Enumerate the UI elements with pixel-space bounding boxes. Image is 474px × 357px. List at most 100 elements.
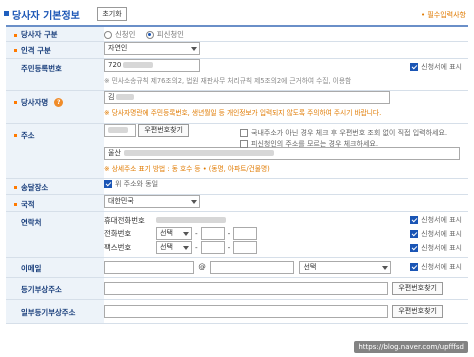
name-note: ※ 당사자명란에 주민등록번호, 생년월일 등 개인정보가 입력되지 않도록 주… <box>104 108 382 117</box>
label-cell: 당사자 구분 <box>6 26 104 42</box>
required-note: • 필수입력사항 <box>421 11 466 19</box>
registry-address-input[interactable] <box>104 281 388 295</box>
value-cell: 자연인 <box>104 41 468 59</box>
person-type-select[interactable]: 자연인 <box>104 41 200 55</box>
checkbox-box[interactable] <box>104 179 112 188</box>
email-id-input[interactable] <box>104 260 194 274</box>
email-display-checkbox[interactable]: 신청서에 표시 <box>410 262 462 272</box>
address-label: 주소 <box>21 130 35 140</box>
postcode-input[interactable] <box>104 123 136 137</box>
blog-watermark: https://blog.naver.com/upfffsd <box>354 341 468 353</box>
fax-display-checkbox[interactable]: 신청서에 표시 <box>410 243 462 253</box>
foreign-address-checkbox[interactable]: 국내주소가 아닌 경우 체크 후 우편번호 조회 없이 직접 입력하세요. <box>240 128 447 138</box>
label-cell: 주민등록번호 <box>6 58 104 91</box>
partial-registry-address-input[interactable] <box>104 304 388 318</box>
phone-area-select[interactable]: 선택 <box>156 227 192 240</box>
dash: - <box>227 229 231 238</box>
chevron-down-icon <box>183 232 189 236</box>
name-label: 당사자명 <box>21 97 49 107</box>
id-number-input[interactable]: 720 <box>104 58 200 72</box>
value-cell: 위 주소와 동일 <box>104 178 468 195</box>
chevron-down-icon <box>191 46 197 51</box>
row-contact: 연락처 휴대전화번호 전화번호 선택 - - 팩스번호 선택 - - 신청서에 … <box>6 211 468 258</box>
same-address-label: 위 주소와 동일 <box>115 179 159 188</box>
help-icon[interactable]: ? <box>54 98 64 107</box>
label-cell: 송달장소 <box>6 178 104 195</box>
value-cell: 김 ※ 당사자명란에 주민등록번호, 생년월일 등 개인정보가 입력되지 않도록… <box>104 90 468 124</box>
header-bullet-icon <box>4 11 9 16</box>
reset-button[interactable]: 초기화 <box>97 7 127 21</box>
registry-postcode-button[interactable]: 우편번호찾기 <box>392 281 443 295</box>
redacted-blur <box>108 126 128 133</box>
fax-label: 팩스번호 <box>104 243 132 252</box>
fax-last-input[interactable] <box>233 241 258 254</box>
unknown-address-label: 피신청인의 주소를 모르는 경우 체크하세요. <box>251 139 379 148</box>
party-type-label: 당사자 구분 <box>21 30 58 39</box>
unknown-address-checkbox[interactable]: 피신청인의 주소를 모르는 경우 체크하세요. <box>240 139 378 149</box>
row-nationality: 국적 대한민국 <box>6 194 468 212</box>
address-prefix: 울산 <box>108 148 121 157</box>
email-domain-input[interactable] <box>210 260 295 274</box>
label-cell: 일부등기부상주소 <box>6 299 104 324</box>
row-registry-address: 등기부상주소 우편번호찾기 <box>6 277 468 300</box>
delivery-label: 송달장소 <box>21 182 49 192</box>
value-cell: 휴대전화번호 전화번호 선택 - - 팩스번호 선택 - - 신청서에 표시 신… <box>104 211 468 258</box>
label-cell: 주소 <box>6 123 104 179</box>
required-marker-icon <box>14 33 17 37</box>
foreign-address-label: 국내주소가 아닌 경우 체크 후 우편번호 조회 없이 직접 입력하세요. <box>251 128 448 137</box>
phone-last-input[interactable] <box>233 227 258 240</box>
required-marker-icon <box>14 203 17 206</box>
radio-circle-selected[interactable] <box>145 30 154 39</box>
radio-applicant-label: 신청인 <box>115 30 136 39</box>
checkbox-box[interactable] <box>240 128 248 137</box>
fax-mid-input[interactable] <box>200 241 225 254</box>
label-cell: 인격 구분 <box>6 41 104 59</box>
phone-mid-input[interactable] <box>200 227 225 240</box>
chevron-down-icon <box>382 265 389 270</box>
radio-respondent[interactable]: 피신청인 <box>145 29 184 40</box>
dash: - <box>195 243 198 252</box>
row-person-type: 인격 구분 자연인 <box>6 41 468 59</box>
value-cell: 우편번호찾기 <box>104 299 468 324</box>
radio-circle[interactable] <box>104 30 112 39</box>
required-marker-icon <box>14 101 17 104</box>
at-sign: @ <box>198 262 206 271</box>
fax-area-placeholder: 선택 <box>160 243 173 251</box>
section-title: 당사자 기본정보 <box>12 11 80 22</box>
row-partial-registry-address: 일부등기부상주소 우편번호찾기 <box>6 299 468 324</box>
nationality-value: 대한민국 <box>108 196 134 205</box>
nationality-select[interactable]: 대한민국 <box>104 194 200 208</box>
section-header: 당사자 기본정보 초기화 • 필수입력사항 <box>0 0 474 26</box>
checkbox-box[interactable] <box>410 262 419 271</box>
dash: - <box>195 229 198 238</box>
redacted-blur <box>116 93 135 100</box>
display-label: 신청서에 표시 <box>421 215 462 224</box>
partial-registry-postcode-button[interactable]: 우편번호찾기 <box>392 304 443 318</box>
checkbox-box[interactable] <box>410 62 419 71</box>
person-type-label: 인격 구분 <box>21 45 51 55</box>
redacted-blur <box>156 217 226 223</box>
phone-display-checkbox[interactable]: 신청서에 표시 <box>410 229 462 239</box>
checkbox-box[interactable] <box>240 139 248 148</box>
fax-area-select[interactable]: 선택 <box>156 241 192 254</box>
id-display-checkbox[interactable]: 신청서에 표시 <box>410 62 462 72</box>
label-cell: 등기부상주소 <box>6 277 104 300</box>
redacted-blur <box>123 149 274 156</box>
checkbox-box[interactable] <box>410 243 419 252</box>
value-cell: 신청인 피신청인 <box>104 26 468 42</box>
checkbox-box[interactable] <box>410 215 419 224</box>
email-label: 이메일 <box>21 263 42 273</box>
email-domain-select[interactable]: 선택 <box>299 260 392 274</box>
postcode-search-button[interactable]: 우편번호찾기 <box>138 123 189 137</box>
display-label: 신청서에 표시 <box>421 243 462 252</box>
address-example-note: ※ 상세주소 표기 방법 : 동 호수 등 • (동명, 아파트/건물명) <box>104 164 270 173</box>
registry-address-label: 등기부상주소 <box>21 284 62 294</box>
radio-applicant[interactable]: 신청인 <box>104 29 135 40</box>
name-input[interactable]: 김 <box>104 90 390 104</box>
display-label: 신청서에 표시 <box>421 229 462 238</box>
checkbox-box[interactable] <box>410 229 419 238</box>
value-cell: 대한민국 <box>104 194 468 212</box>
redacted-blur <box>123 61 154 68</box>
same-address-checkbox[interactable]: 위 주소와 동일 <box>104 179 158 189</box>
mobile-display-checkbox[interactable]: 신청서에 표시 <box>410 215 462 225</box>
